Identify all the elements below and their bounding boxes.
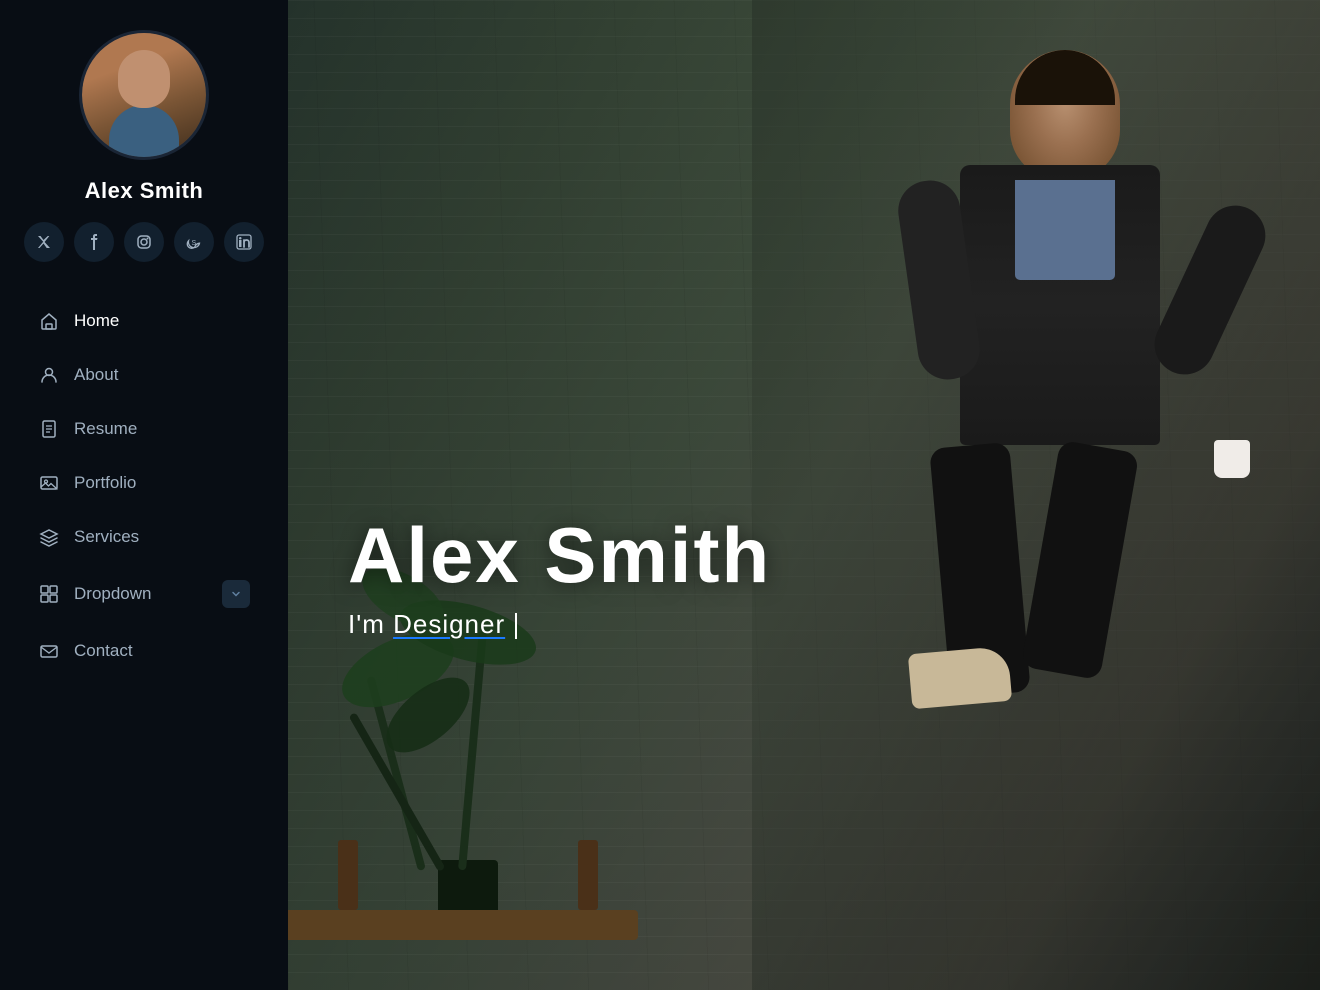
- hero-cursor: [515, 613, 517, 639]
- hero-text-block: Alex Smith I'm Designer: [348, 515, 771, 640]
- svg-text:S: S: [192, 240, 197, 247]
- sidebar-item-contact-label: Contact: [74, 641, 133, 661]
- hero-section: Alex Smith I'm Designer: [288, 0, 1320, 990]
- instagram-icon[interactable]: [124, 222, 164, 262]
- sidebar-item-home[interactable]: Home: [20, 294, 268, 348]
- social-icons-group: S: [24, 222, 264, 262]
- grid-icon: [38, 583, 60, 605]
- hero-subtitle-prefix: I'm: [348, 609, 393, 639]
- nav-menu: Home About Resume: [0, 294, 288, 678]
- avatar-image: [82, 30, 206, 160]
- hero-name: Alex Smith: [348, 515, 771, 597]
- sidebar-item-home-label: Home: [74, 311, 119, 331]
- home-icon: [38, 310, 60, 332]
- hero-background: Alex Smith I'm Designer: [288, 0, 1320, 990]
- image-icon: [38, 472, 60, 494]
- person-icon: [38, 364, 60, 386]
- sidebar-item-portfolio-label: Portfolio: [74, 473, 136, 493]
- avatar: [79, 30, 209, 160]
- hero-image-area: [752, 0, 1320, 990]
- chevron-down-icon: [222, 580, 250, 608]
- twitter-x-icon[interactable]: [24, 222, 64, 262]
- hero-role: Designer: [393, 609, 505, 639]
- hero-subtitle: I'm Designer: [348, 609, 771, 640]
- sidebar: Alex Smith S: [0, 0, 288, 990]
- sidebar-item-services[interactable]: Services: [20, 510, 268, 564]
- sidebar-item-dropdown[interactable]: Dropdown: [20, 564, 268, 624]
- sidebar-item-about[interactable]: About: [20, 348, 268, 402]
- person-silhouette: [880, 50, 1260, 910]
- sidebar-item-resume-label: Resume: [74, 419, 137, 439]
- sidebar-item-contact[interactable]: Contact: [20, 624, 268, 678]
- skype-icon[interactable]: S: [174, 222, 214, 262]
- sidebar-item-dropdown-label: Dropdown: [74, 584, 152, 604]
- layers-icon: [38, 526, 60, 548]
- sidebar-item-resume[interactable]: Resume: [20, 402, 268, 456]
- linkedin-icon[interactable]: [224, 222, 264, 262]
- user-name: Alex Smith: [85, 178, 204, 204]
- sidebar-item-about-label: About: [74, 365, 118, 385]
- envelope-icon: [38, 640, 60, 662]
- sidebar-item-services-label: Services: [74, 527, 139, 547]
- facebook-icon[interactable]: [74, 222, 114, 262]
- document-icon: [38, 418, 60, 440]
- sidebar-item-portfolio[interactable]: Portfolio: [20, 456, 268, 510]
